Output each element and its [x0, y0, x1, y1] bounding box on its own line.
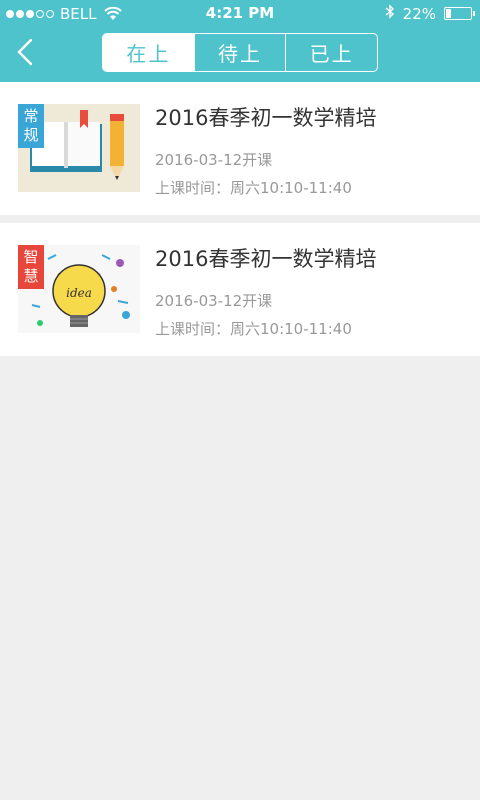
course-start-date: 2016-03-12开课: [155, 151, 273, 169]
course-start-date: 2016-03-12开课: [155, 292, 273, 310]
battery-percent: 22%: [402, 4, 436, 23]
course-card[interactable]: 常规 2016春季初一数学精培 2016-03-12开课 上课时间：周六10:1…: [0, 82, 480, 215]
course-title: 2016春季初一数学精培: [155, 106, 377, 130]
tab-upcoming[interactable]: 待上: [193, 34, 286, 71]
back-arrow-icon[interactable]: [14, 38, 38, 66]
tab-finished[interactable]: 已上: [285, 34, 377, 71]
tab-segmented-control: 在上 待上 已上: [102, 33, 378, 72]
course-thumbnail: 常规: [18, 104, 140, 192]
course-tag: 常规: [18, 104, 44, 148]
tab-current[interactable]: 在上: [103, 34, 194, 71]
battery-icon: [444, 7, 475, 20]
course-thumbnail: idea 智慧: [18, 245, 140, 333]
course-schedule: 上课时间：周六10:10-11:40: [155, 179, 352, 197]
course-tag: 智慧: [18, 245, 44, 289]
course-schedule: 上课时间：周六10:10-11:40: [155, 320, 352, 338]
course-list: 常规 2016春季初一数学精培 2016-03-12开课 上课时间：周六10:1…: [0, 82, 480, 356]
course-title: 2016春季初一数学精培: [155, 247, 377, 271]
svg-text:idea: idea: [66, 286, 92, 300]
bluetooth-icon: [385, 4, 395, 23]
course-card[interactable]: idea 智慧 2016春季初一数学精培 2016-03-12开课 上课时间：周…: [0, 223, 480, 356]
header-bar: BELL 4:21 PM 22% 在上 待上 已上: [0, 0, 480, 82]
status-bar: BELL 4:21 PM 22%: [0, 0, 480, 28]
